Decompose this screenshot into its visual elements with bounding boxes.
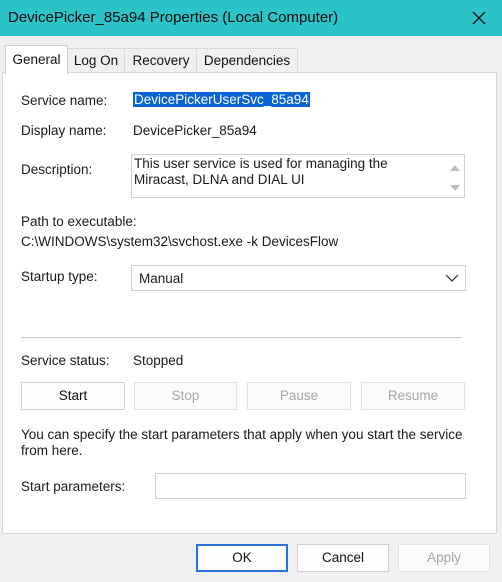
startup-type-label: Startup type:	[21, 269, 98, 284]
apply-button[interactable]: Apply	[398, 544, 490, 572]
description-box[interactable]: This user service is used for managing t…	[131, 154, 465, 198]
general-panel	[2, 72, 497, 534]
stop-button[interactable]: Stop	[134, 382, 237, 410]
tab-general[interactable]: General	[5, 45, 68, 75]
start-params-input[interactable]	[155, 473, 466, 499]
display-name-label: Display name:	[21, 123, 107, 138]
tab-dependencies[interactable]: Dependencies	[196, 48, 298, 73]
startup-type-select[interactable]: Manual	[131, 265, 466, 291]
window-title: DevicePicker_85a94 Properties (Local Com…	[8, 9, 339, 26]
scroll-down-icon[interactable]	[448, 181, 462, 195]
description-text: This user service is used for managing t…	[134, 156, 388, 187]
pause-button[interactable]: Pause	[247, 382, 351, 410]
resume-button[interactable]: Resume	[361, 382, 465, 410]
close-button[interactable]	[456, 0, 502, 36]
start-params-info: You can specify the start parameters tha…	[21, 427, 463, 458]
service-name-label: Service name:	[21, 93, 108, 108]
close-icon	[472, 11, 486, 25]
description-scrollbar[interactable]	[448, 157, 462, 195]
scroll-up-icon[interactable]	[448, 161, 462, 175]
title-bar: DevicePicker_85a94 Properties (Local Com…	[0, 0, 502, 36]
description-label: Description:	[21, 162, 93, 177]
cancel-button[interactable]: Cancel	[297, 544, 389, 572]
start-params-label: Start parameters:	[21, 479, 126, 494]
chevron-down-icon	[445, 274, 459, 282]
service-name-text: DevicePickerUserSvc_85a94	[133, 92, 310, 107]
path-label: Path to executable:	[21, 214, 137, 229]
start-button[interactable]: Start	[21, 382, 125, 410]
tab-log-on[interactable]: Log On	[66, 48, 126, 73]
service-name-value[interactable]: DevicePickerUserSvc_85a94	[133, 92, 310, 107]
path-value: C:\WINDOWS\system32\svchost.exe -k Devic…	[21, 234, 339, 249]
service-status-label: Service status:	[21, 353, 110, 368]
divider	[21, 337, 462, 338]
display-name-value: DevicePicker_85a94	[133, 123, 257, 138]
ok-button[interactable]: OK	[196, 544, 288, 572]
tab-recovery[interactable]: Recovery	[124, 48, 198, 73]
service-status-value: Stopped	[133, 353, 184, 368]
startup-type-value: Manual	[139, 271, 184, 286]
